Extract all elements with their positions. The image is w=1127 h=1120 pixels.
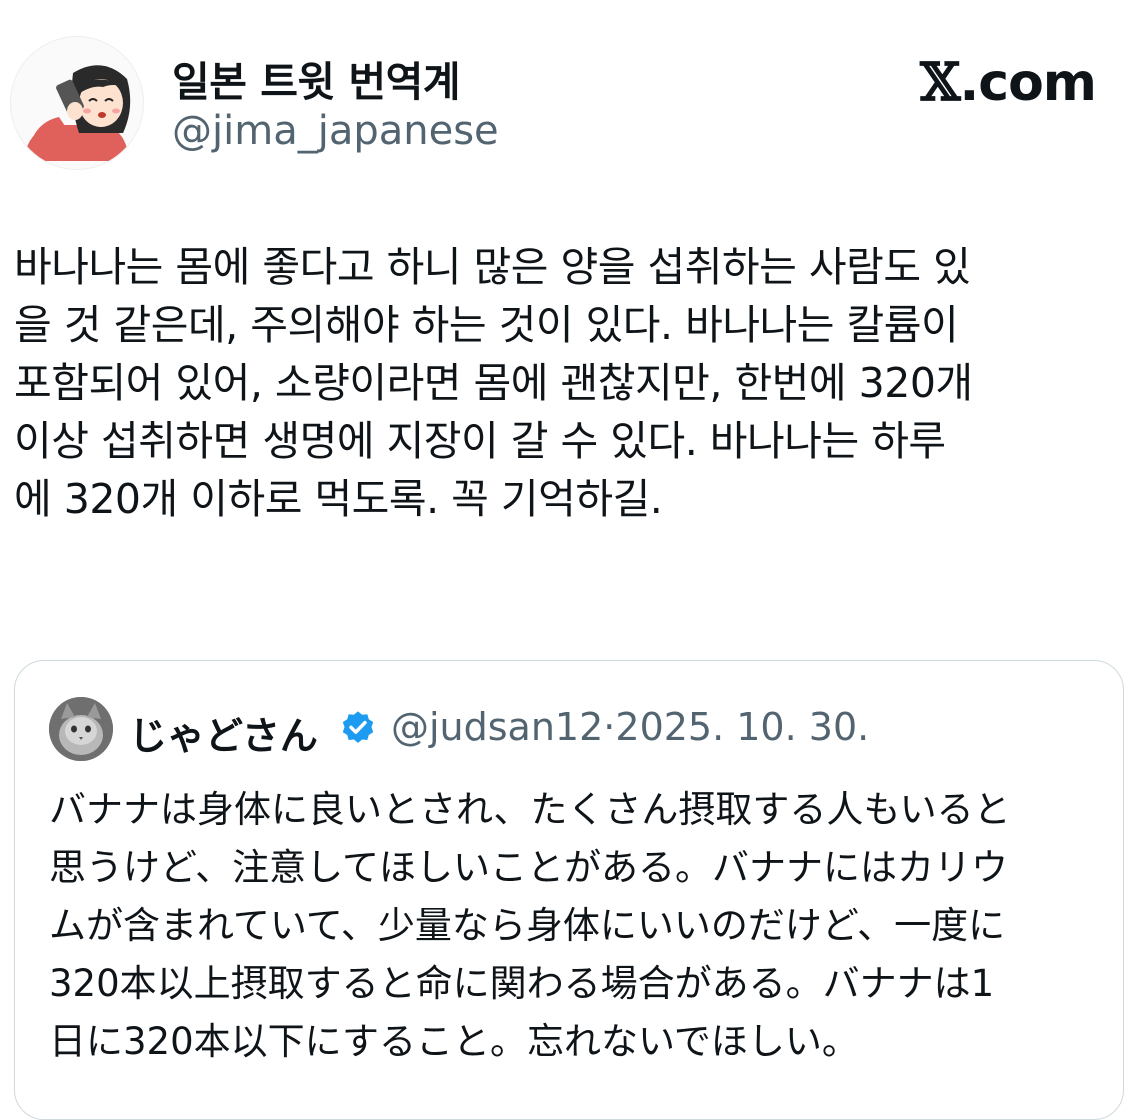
quoted-tweet-header: じゃどさん @judsan12·2025. 10. 30. — [49, 697, 1099, 761]
verified-badge-icon — [342, 711, 374, 743]
quoted-author-display-name[interactable]: じゃどさん — [129, 705, 318, 760]
quoted-tweet-meta: @judsan12·2025. 10. 30. — [391, 705, 869, 749]
quoted-author-handle[interactable]: @judsan12 — [391, 705, 603, 749]
author-handle[interactable]: @jima_japanese — [172, 108, 499, 154]
quoted-author-avatar[interactable] — [49, 697, 113, 761]
tweet-header: 일본 트윗 번역계 @jima_japanese 𝕏.com — [10, 36, 1110, 176]
girl-with-phone-icon — [25, 65, 131, 161]
cat-icon — [49, 697, 113, 761]
author-display-name[interactable]: 일본 트윗 번역계 — [172, 48, 461, 108]
quoted-tweet-card[interactable]: じゃどさん @judsan12·2025. 10. 30. バナナは身体に良いと… — [14, 660, 1124, 1120]
meta-separator: · — [603, 705, 616, 749]
quoted-tweet-date[interactable]: 2025. 10. 30. — [615, 705, 869, 749]
x-brand-logo: 𝕏.com — [920, 52, 1097, 113]
tweet-text: 바나나는 몸에 좋다고 하니 많은 양을 섭취하는 사람도 있 을 것 같은데,… — [14, 243, 973, 523]
brand-suffix: .com — [959, 53, 1097, 113]
quoted-tweet-text: バナナは身体に良いとされ、たくさん摂取する人もいると 思うけど、注意してほしいこ… — [49, 788, 1011, 1063]
author-avatar[interactable] — [10, 36, 144, 170]
x-logo-icon: 𝕏 — [920, 52, 960, 113]
